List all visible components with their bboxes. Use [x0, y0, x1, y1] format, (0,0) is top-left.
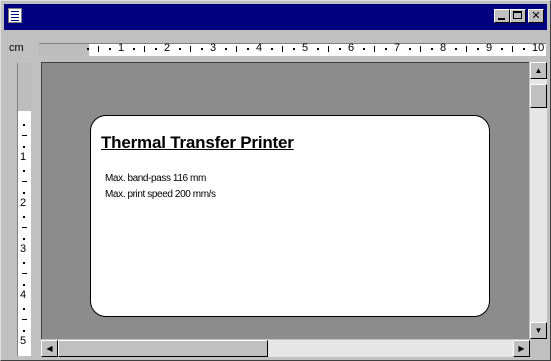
scroll-down-button[interactable]: ▼: [530, 322, 547, 339]
ruler-tick: [23, 146, 25, 148]
ruler-mark-9: 9: [486, 42, 493, 54]
label-card[interactable]: Thermal Transfer Printer Max. band-pass …: [90, 115, 490, 317]
ruler-mark-3: 3: [210, 42, 217, 54]
ruler-tick: [22, 319, 27, 320]
ruler-mark-1: 1: [118, 42, 125, 54]
ruler-mark-v5: 5: [20, 335, 27, 347]
ruler-mark-v3: 3: [20, 243, 27, 255]
ruler-tick: [23, 308, 25, 310]
close-button[interactable]: ✕: [528, 9, 544, 23]
vertical-ruler-track[interactable]: 1 2 3 4 5: [17, 63, 32, 356]
system-menu-icon[interactable]: [8, 8, 22, 23]
ruler-tick: [236, 46, 237, 52]
ruler-tick: [420, 46, 421, 52]
title-bar[interactable]: ✕: [4, 4, 547, 30]
scroll-left-button[interactable]: ◀: [41, 340, 58, 357]
arrow-up-icon: ▲: [534, 66, 543, 75]
ruler-mark-8: 8: [440, 42, 447, 54]
vertical-scroll-thumb[interactable]: [530, 84, 547, 108]
ruler-tick: [385, 48, 387, 50]
ruler-tick: [179, 48, 181, 50]
vertical-scrollbar[interactable]: ▲ ▼: [530, 62, 547, 339]
ruler-tick: [293, 48, 295, 50]
ruler-tick: [155, 48, 157, 50]
arrow-down-icon: ▼: [534, 326, 543, 335]
ruler-mark-10: 10: [532, 42, 545, 54]
horizontal-ruler[interactable]: cm 1 2 3 4 5 6 7 8 9 10: [6, 39, 547, 61]
ruler-tick: [23, 284, 25, 286]
scrollbar-corner: [530, 340, 547, 357]
ruler-tick: [98, 46, 99, 52]
ruler-tick: [317, 48, 319, 50]
ruler-tick: [23, 262, 25, 264]
ruler-tick: [328, 46, 329, 52]
ruler-tick: [374, 46, 375, 52]
ruler-mark-6: 6: [348, 42, 355, 54]
label-title[interactable]: Thermal Transfer Printer: [101, 133, 294, 153]
ruler-tick: [477, 48, 479, 50]
ruler-tick: [512, 46, 513, 52]
ruler-tick: [22, 135, 27, 136]
ruler-tick: [339, 48, 341, 50]
horizontal-scroll-thumb[interactable]: [58, 340, 268, 357]
ruler-mark-5: 5: [302, 42, 309, 54]
ruler-tick: [501, 48, 503, 50]
ruler-tick: [225, 48, 227, 50]
design-canvas[interactable]: Thermal Transfer Printer Max. band-pass …: [41, 62, 529, 339]
ruler-tick: [144, 46, 145, 52]
ruler-tick: [271, 48, 273, 50]
ruler-tick: [23, 216, 25, 218]
ruler-tick: [109, 48, 111, 50]
horizontal-scrollbar[interactable]: ◀ ▶: [41, 340, 530, 357]
arrow-left-icon: ◀: [46, 344, 53, 353]
ruler-mark-v4: 4: [20, 289, 27, 301]
label-line-print-speed[interactable]: Max. print speed 200 mm/s: [105, 189, 216, 200]
ruler-mark-v1: 1: [20, 151, 27, 163]
ruler-tick: [22, 181, 27, 182]
label-line-bandpass[interactable]: Max. band-pass 116 mm: [105, 173, 206, 184]
maximize-button[interactable]: [510, 9, 526, 23]
ruler-tick: [282, 46, 283, 52]
ruler-tick: [22, 273, 27, 274]
ruler-mark-4: 4: [256, 42, 263, 54]
minimize-button[interactable]: [494, 9, 510, 23]
ruler-mark-v2: 2: [20, 197, 27, 209]
ruler-mark-7: 7: [394, 42, 401, 54]
ruler-tick: [22, 227, 27, 228]
ruler-tick: [23, 124, 25, 126]
scroll-right-button[interactable]: ▶: [513, 340, 530, 357]
label-editor-window: ✕ cm 1 2 3 4 5 6 7 8 9 10 1 2 3 4 5 Thermal Transfer …: [0, 0, 551, 361]
ruler-tick: [23, 170, 25, 172]
ruler-tick: [23, 238, 25, 240]
ruler-tick: [431, 48, 433, 50]
ruler-tick: [87, 48, 89, 50]
ruler-mark-2: 2: [164, 42, 171, 54]
ruler-margin-shade: [18, 63, 32, 111]
ruler-tick: [190, 46, 191, 52]
ruler-tick: [23, 330, 25, 332]
horizontal-ruler-track[interactable]: 1 2 3 4 5 6 7 8 9 10: [39, 42, 546, 56]
ruler-tick: [523, 48, 525, 50]
scroll-up-button[interactable]: ▲: [530, 62, 547, 79]
ruler-tick: [133, 48, 135, 50]
ruler-tick: [455, 48, 457, 50]
vertical-ruler[interactable]: 1 2 3 4 5: [14, 63, 36, 356]
ruler-tick: [247, 48, 249, 50]
ruler-margin-shade: [39, 44, 89, 56]
ruler-tick: [201, 48, 203, 50]
close-icon: ✕: [531, 9, 541, 22]
ruler-tick: [466, 46, 467, 52]
ruler-tick: [363, 48, 365, 50]
ruler-tick: [409, 48, 411, 50]
ruler-unit: cm: [9, 42, 24, 54]
ruler-tick: [23, 192, 25, 194]
arrow-right-icon: ▶: [518, 344, 525, 353]
